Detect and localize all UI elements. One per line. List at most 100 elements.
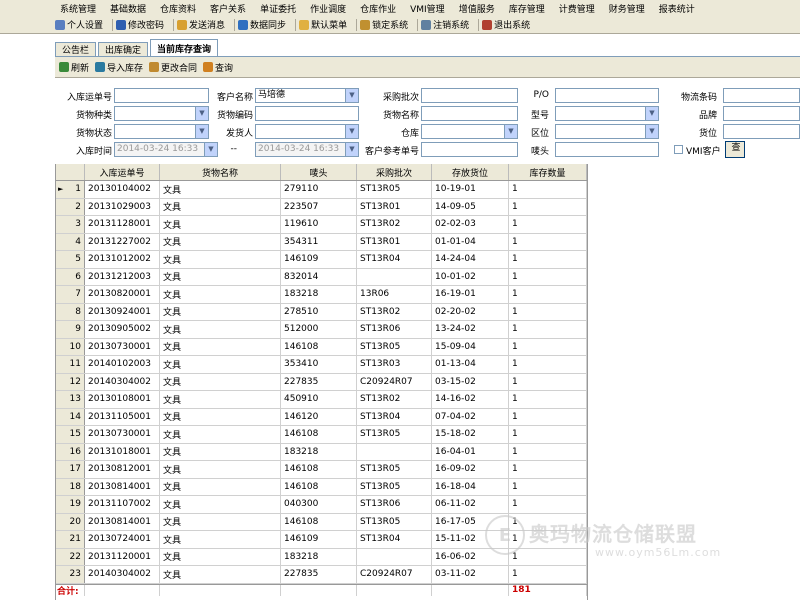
menu-item[interactable]: 增值服务 — [459, 2, 495, 15]
table-row[interactable]: 8 20130924001 文具 278510 ST13R02 02-20-02 1 — [56, 303, 587, 321]
table-row[interactable]: 10 20130730001 文具 146108 ST13R05 15-09-04 1 — [56, 338, 587, 356]
toolbar-button[interactable]: 修改密码 — [116, 18, 164, 31]
menu-item[interactable]: 客户关系 — [210, 2, 246, 15]
table-cell: 20131227002 — [85, 233, 160, 250]
po-field[interactable] — [555, 88, 659, 103]
table-row[interactable]: 3 20131128001 文具 119610 ST13R02 02-02-03 1 — [56, 216, 587, 234]
table-row[interactable]: 2 20131029003 文具 223507 ST13R01 14-09-05 1 — [56, 198, 587, 216]
action-button[interactable]: 导入库存 — [95, 61, 143, 74]
table-cell: 文具 — [160, 216, 281, 233]
chevron-down-icon[interactable]: ▼ — [345, 143, 358, 156]
menu-item[interactable]: 系统管理 — [60, 2, 96, 15]
chevron-down-icon[interactable]: ▼ — [504, 125, 517, 138]
action-button[interactable]: 查询 — [203, 61, 233, 74]
consignor-select[interactable]: ▼ — [255, 124, 359, 139]
logistics-barcode-field[interactable] — [723, 88, 800, 103]
customer-name-select[interactable]: 马培德 ▼ — [255, 88, 359, 103]
table-row[interactable]: 17 20130812001 文具 146108 ST13R05 16-09-02 1 — [56, 461, 587, 479]
menu-item[interactable]: 财务管理 — [609, 2, 645, 15]
menu-item[interactable]: 单证委托 — [260, 2, 296, 15]
tab-1[interactable]: 出库确定 — [98, 42, 149, 56]
row-number: 20 — [56, 513, 85, 530]
menu-item[interactable]: 计费管理 — [559, 2, 595, 15]
toolbar-button[interactable]: 个人设置 — [55, 18, 103, 31]
inbound-no-field[interactable] — [114, 88, 209, 103]
location-field[interactable] — [723, 124, 800, 139]
chevron-down-icon[interactable]: ▼ — [204, 143, 217, 156]
chevron-down-icon[interactable]: ▼ — [645, 125, 658, 138]
row-number: 2 — [56, 198, 85, 215]
table-row[interactable]: 5 20131012002 文具 146109 ST13R04 14-24-04 1 — [56, 251, 587, 269]
brand-field[interactable] — [723, 106, 800, 121]
column-header[interactable]: 库存数量 — [509, 164, 587, 180]
column-header[interactable]: 入库运单号 — [85, 164, 160, 180]
warehouse-select[interactable]: ▼ — [421, 124, 518, 139]
toolbar-button[interactable]: 数据同步 — [238, 18, 286, 31]
menu-item[interactable]: VMI管理 — [410, 2, 445, 15]
model-select[interactable]: ▼ — [555, 106, 659, 121]
menu-item[interactable]: 库存管理 — [509, 2, 545, 15]
chevron-down-icon[interactable]: ▼ — [645, 107, 658, 120]
mark-field[interactable] — [555, 142, 659, 157]
table-cell: ST13R05 — [357, 513, 432, 530]
table-row[interactable]: 13 20130108001 文具 450910 ST13R02 14-16-02 1 — [56, 391, 587, 409]
table-row[interactable]: 18 20130814001 文具 146108 ST13R05 16-18-04 1 — [56, 478, 587, 496]
action-button[interactable]: 刷新 — [59, 61, 89, 74]
menu-item[interactable]: 仓库资料 — [160, 2, 196, 15]
action-button[interactable]: 更改合同 — [149, 61, 197, 74]
toolbar-button[interactable]: 注销系统 — [421, 18, 469, 31]
toolbar-button[interactable]: 默认菜单 — [299, 18, 347, 31]
goods-code-field[interactable] — [255, 106, 359, 121]
table-cell: 146108 — [281, 478, 357, 495]
column-header[interactable]: 唛头 — [281, 164, 357, 180]
row-number: 7 — [56, 286, 85, 303]
chevron-down-icon[interactable]: ▼ — [345, 89, 358, 102]
table-cell: 183218 — [281, 286, 357, 303]
menu-bar: 系统管理 基础数据 仓库资料 客户关系 单证委托 作业调度 仓库作业 VMI管理 增值服务 库存管… — [0, 0, 800, 16]
table-row[interactable]: 9 20130905002 文具 512000 ST13R06 13-24-02 1 — [56, 321, 587, 339]
customer-ref-no-field[interactable] — [421, 142, 518, 157]
column-header[interactable]: 货物名称 — [160, 164, 281, 180]
table-cell: ST13R05 — [357, 478, 432, 495]
table-row[interactable]: 12 20140304002 文具 227835 C20924R07 03-15-02 1 — [56, 373, 587, 391]
table-cell: 03-15-02 — [432, 373, 509, 390]
table-cell: ST13R02 — [357, 303, 432, 320]
menu-item[interactable]: 报表统计 — [659, 2, 695, 15]
model-label: 型号 — [530, 111, 549, 121]
chevron-down-icon[interactable]: ▼ — [345, 125, 358, 138]
goods-status-select[interactable]: ▼ — [114, 124, 209, 139]
contract-icon — [149, 62, 160, 72]
table-row[interactable]: 14 20131105001 文具 146120 ST13R04 07-04-02 1 — [56, 408, 587, 426]
table-row[interactable]: 7 20130820001 文具 183218 13R06 16-19-01 1 — [56, 286, 587, 304]
toolbar-button[interactable]: 锁定系统 — [360, 18, 408, 31]
column-header[interactable]: 采购批次 — [357, 164, 432, 180]
grid-header: 入库运单号 货物名称 唛头 采购批次 存放货位 库存数量 — [56, 164, 587, 181]
menu-item[interactable]: 基础数据 — [110, 2, 146, 15]
po-label: P/O — [533, 90, 549, 100]
table-row[interactable]: 120130104002文具279110ST13R0510-19-011 — [56, 181, 587, 199]
toolbar-button[interactable]: 发送消息 — [177, 18, 225, 31]
tab-0[interactable]: 公告栏 — [55, 42, 97, 56]
toolbar-button[interactable]: 退出系统 — [482, 18, 530, 31]
vmi-customer-checkbox[interactable] — [674, 145, 683, 154]
goods-type-select[interactable]: ▼ — [114, 106, 209, 121]
goods-name-field[interactable] — [421, 106, 518, 121]
query-button[interactable]: 查 — [725, 141, 745, 158]
purchase-batch-field[interactable] — [421, 88, 518, 103]
inbound-time-from-picker[interactable]: 2014-03-24 16:33 ▼ — [114, 142, 218, 157]
table-row[interactable]: 11 20140102003 文具 353410 ST13R03 01-13-04 1 — [56, 356, 587, 374]
table-cell: 文具 — [160, 496, 281, 513]
tab-2[interactable]: 当前库存查询 — [150, 39, 219, 56]
zone-select[interactable]: ▼ — [555, 124, 659, 139]
table-row[interactable]: 16 20131018001 文具 183218 16-04-01 1 — [56, 443, 587, 461]
menu-item[interactable]: 仓库作业 — [360, 2, 396, 15]
row-number: 16 — [56, 443, 85, 460]
column-header[interactable]: 存放货位 — [432, 164, 509, 180]
menu-item[interactable]: 作业调度 — [310, 2, 346, 15]
table-cell: ST13R01 — [357, 233, 432, 250]
table-row[interactable]: 4 20131227002 文具 354311 ST13R01 01-01-04 1 — [56, 233, 587, 251]
inbound-time-to-picker[interactable]: 2014-03-24 16:33 ▼ — [255, 142, 359, 157]
table-row[interactable]: 15 20130730001 文具 146108 ST13R05 15-18-02 1 — [56, 426, 587, 444]
table-row[interactable]: 6 20131212003 文具 832014 10-01-02 1 — [56, 268, 587, 286]
toolbar-button-label: 锁定系统 — [372, 21, 409, 31]
